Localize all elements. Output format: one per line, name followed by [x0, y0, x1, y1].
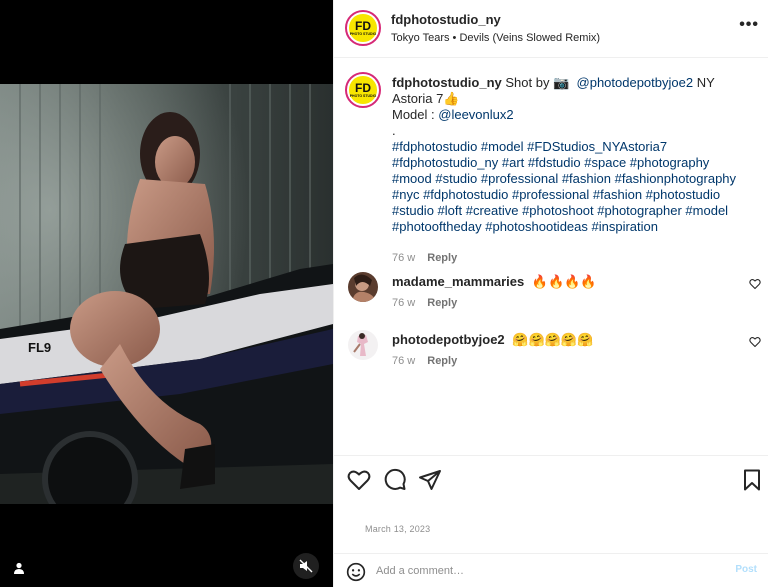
- caption-timestamp[interactable]: 76 w: [392, 252, 415, 264]
- bookmark-icon[interactable]: [740, 468, 764, 492]
- comment-item: madame_mammaries 🔥🔥🔥🔥 76 w Reply: [334, 272, 768, 320]
- comment-avatar[interactable]: [348, 330, 378, 360]
- reply-button[interactable]: Reply: [427, 252, 457, 264]
- post-button[interactable]: Post: [735, 564, 757, 575]
- comment-body: 🤗🤗🤗🤗🤗: [512, 332, 594, 347]
- caption-meta: 76 w Reply: [392, 252, 457, 264]
- comment-heart-icon[interactable]: [749, 336, 761, 348]
- caption-text: fdphotostudio_ny Shot by 📷 @photodepotby…: [392, 75, 752, 235]
- emoji-icon[interactable]: [346, 562, 366, 582]
- svg-text:FL9: FL9: [28, 340, 51, 355]
- comment-timestamp[interactable]: 76 w: [392, 297, 415, 309]
- logo-text: FD: [354, 18, 371, 33]
- comment-icon[interactable]: [383, 468, 407, 492]
- speaker-muted-icon[interactable]: [293, 553, 319, 579]
- comment-meta: 76 w Reply: [392, 355, 457, 367]
- caption-username[interactable]: fdphotostudio_ny: [392, 75, 502, 90]
- post-date[interactable]: March 13, 2023: [365, 524, 430, 534]
- caption-text-1: Shot by 📷: [505, 75, 570, 90]
- comment-username[interactable]: photodepotbyjoe2: [392, 332, 505, 347]
- caption-avatar[interactable]: FD PHOTO STUDIO: [345, 72, 381, 108]
- post-details: FD PHOTO STUDIO fdphotostudio_ny Tokyo T…: [333, 0, 768, 587]
- comment-item: photodepotbyjoe2 🤗🤗🤗🤗🤗 76 w Reply: [334, 330, 768, 378]
- avatar[interactable]: FD PHOTO STUDIO: [345, 10, 381, 46]
- logo-subtext: PHOTO STUDIO: [349, 93, 377, 98]
- send-icon[interactable]: [418, 468, 442, 492]
- post-photo[interactable]: FL9: [0, 84, 333, 504]
- post-author-username[interactable]: fdphotostudio_ny: [391, 12, 501, 27]
- comment-timestamp[interactable]: 76 w: [392, 355, 415, 367]
- reply-button[interactable]: Reply: [427, 297, 457, 309]
- reply-button[interactable]: Reply: [427, 355, 457, 367]
- post-header: FD PHOTO STUDIO fdphotostudio_ny Tokyo T…: [334, 0, 768, 58]
- studio-logo: FD PHOTO STUDIO: [349, 76, 377, 104]
- post-actions: [334, 455, 768, 503]
- comment-avatar[interactable]: [348, 272, 378, 302]
- more-options-icon[interactable]: •••: [739, 16, 759, 34]
- mention-link[interactable]: @photodepotbyjoe2: [577, 75, 694, 90]
- caption-first-line: fdphotostudio_ny Shot by 📷 @photodepotby…: [392, 75, 752, 107]
- model-mention-link[interactable]: @leevonlux2: [438, 107, 513, 122]
- studio-logo: FD PHOTO STUDIO: [349, 14, 377, 42]
- comment-meta: 76 w Reply: [392, 297, 457, 309]
- comment-input[interactable]: [376, 561, 716, 581]
- caption-dot: .: [392, 123, 396, 138]
- comment-text-row: madame_mammaries 🔥🔥🔥🔥: [392, 274, 597, 290]
- heart-icon[interactable]: [347, 468, 371, 492]
- comment-text-row: photodepotbyjoe2 🤗🤗🤗🤗🤗: [392, 332, 593, 348]
- logo-text: FD: [354, 80, 371, 95]
- add-comment-bar: Post: [334, 553, 768, 587]
- post-media: FL9: [0, 0, 333, 587]
- comment-body: 🔥🔥🔥🔥: [531, 274, 597, 289]
- comment-heart-icon[interactable]: [749, 278, 761, 290]
- user-tag-icon[interactable]: [8, 557, 30, 579]
- caption-hashtags[interactable]: #fdphotostudio #model #FDStudios_NYAstor…: [392, 139, 752, 235]
- model-label: Model :: [392, 107, 435, 122]
- caption-model-line: Model : @leevonlux2: [392, 107, 752, 123]
- comments-list[interactable]: FD PHOTO STUDIO fdphotostudio_ny Shot by…: [334, 58, 768, 455]
- comment-username[interactable]: madame_mammaries: [392, 274, 524, 289]
- audio-track-link[interactable]: Tokyo Tears • Devils (Veins Slowed Remix…: [391, 32, 600, 44]
- logo-subtext: PHOTO STUDIO: [349, 31, 377, 36]
